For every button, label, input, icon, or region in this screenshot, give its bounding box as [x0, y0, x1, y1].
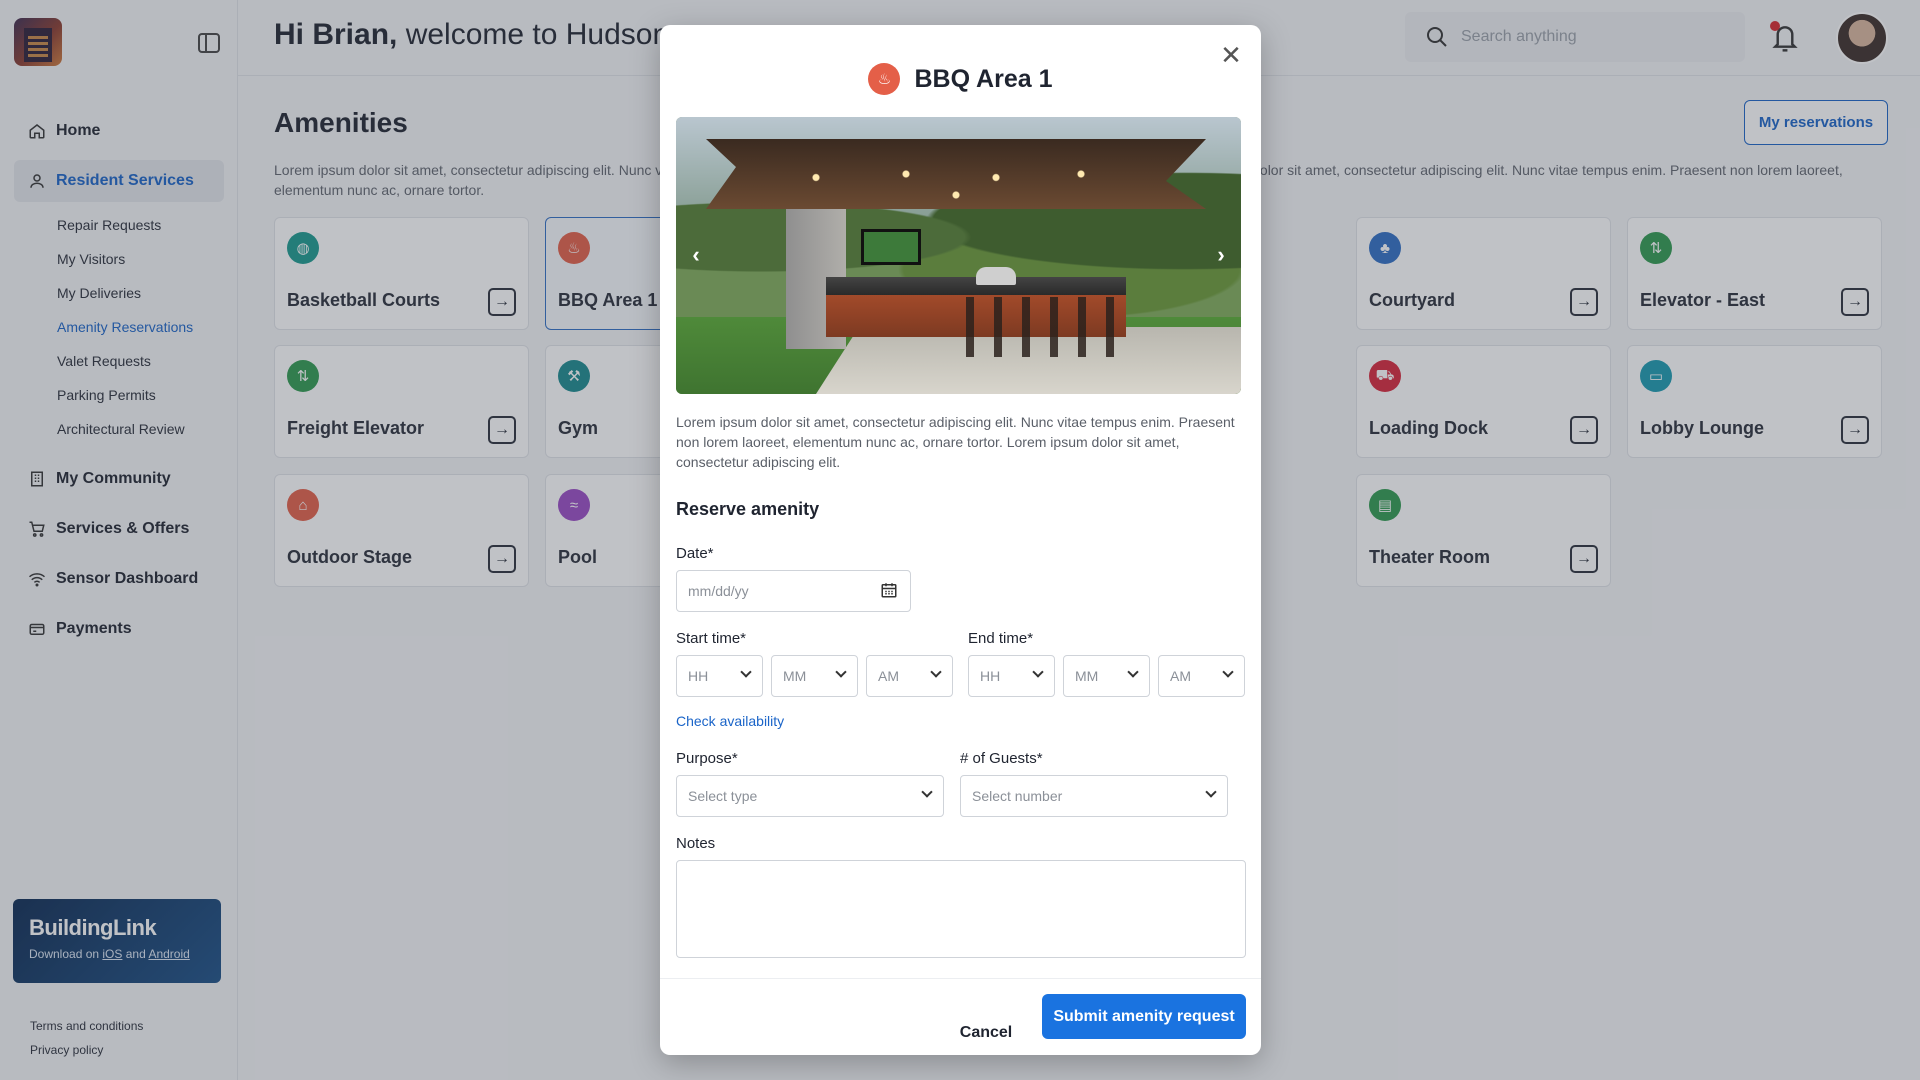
chevron-down-icon — [1222, 666, 1234, 678]
modal-title: BBQ Area 1 — [914, 64, 1053, 93]
start-hour-select[interactable]: HH — [676, 655, 763, 697]
amenity-description: Lorem ipsum dolor sit amet, consectetur … — [676, 414, 1235, 470]
chevron-down-icon — [835, 666, 847, 678]
purpose-label: Purpose* — [676, 750, 738, 767]
guests-label: # of Guests* — [960, 750, 1043, 767]
calendar-icon[interactable] — [880, 581, 898, 599]
chevron-left-icon[interactable]: ‹ — [684, 242, 708, 267]
chevron-down-icon — [740, 666, 752, 678]
photo-stools — [966, 297, 1116, 357]
photo-tv — [861, 229, 921, 265]
start-ampm-select[interactable]: AM — [866, 655, 953, 697]
date-field[interactable]: mm/dd/yy — [676, 570, 911, 612]
chevron-down-icon — [1127, 666, 1139, 678]
amenity-modal: ✕ ♨ BBQ Area 1 ‹ › Lorem ipsum dolor sit… — [660, 25, 1261, 1055]
purpose-select[interactable]: Select type — [676, 775, 944, 817]
guests-placeholder: Select number — [972, 788, 1063, 804]
notes-textarea[interactable] — [676, 860, 1246, 958]
end-ampm-select[interactable]: AM — [1158, 655, 1245, 697]
end-hour-value: HH — [980, 668, 1001, 684]
submit-amenity-request-button[interactable]: Submit amenity request — [1042, 994, 1246, 1039]
photo-grill — [976, 267, 1016, 285]
chevron-down-icon — [1205, 786, 1217, 798]
notes-label: Notes — [676, 835, 716, 852]
end-minute-value: MM — [1075, 668, 1099, 684]
check-availability-link[interactable]: Check availability — [676, 713, 784, 729]
chevron-right-icon[interactable]: › — [1209, 242, 1233, 267]
chevron-down-icon — [930, 666, 942, 678]
end-time-label: End time* — [968, 630, 1034, 647]
start-minute-value: MM — [783, 668, 807, 684]
chevron-down-icon — [921, 786, 933, 798]
guests-select[interactable]: Select number — [960, 775, 1228, 817]
start-time-label: Start time* — [676, 630, 747, 647]
reserve-heading: Reserve amenity — [676, 499, 820, 519]
photo-pavilion-roof — [706, 139, 1206, 209]
purpose-placeholder: Select type — [688, 788, 758, 804]
modal-footer-divider — [660, 978, 1261, 979]
date-placeholder: mm/dd/yy — [688, 583, 749, 599]
grill-icon: ♨ — [868, 63, 901, 95]
end-minute-select[interactable]: MM — [1063, 655, 1150, 697]
start-hour-value: HH — [688, 668, 709, 684]
start-minute-select[interactable]: MM — [771, 655, 858, 697]
modal-header: ♨ BBQ Area 1 — [660, 63, 1261, 95]
end-hour-select[interactable]: HH — [968, 655, 1055, 697]
cancel-button[interactable]: Cancel — [950, 1011, 1022, 1055]
chevron-down-icon — [1032, 666, 1044, 678]
date-label: Date* — [676, 545, 714, 562]
end-ampm-value: AM — [1170, 668, 1191, 684]
amenity-photo: ‹ › — [676, 117, 1241, 394]
start-ampm-value: AM — [878, 668, 899, 684]
